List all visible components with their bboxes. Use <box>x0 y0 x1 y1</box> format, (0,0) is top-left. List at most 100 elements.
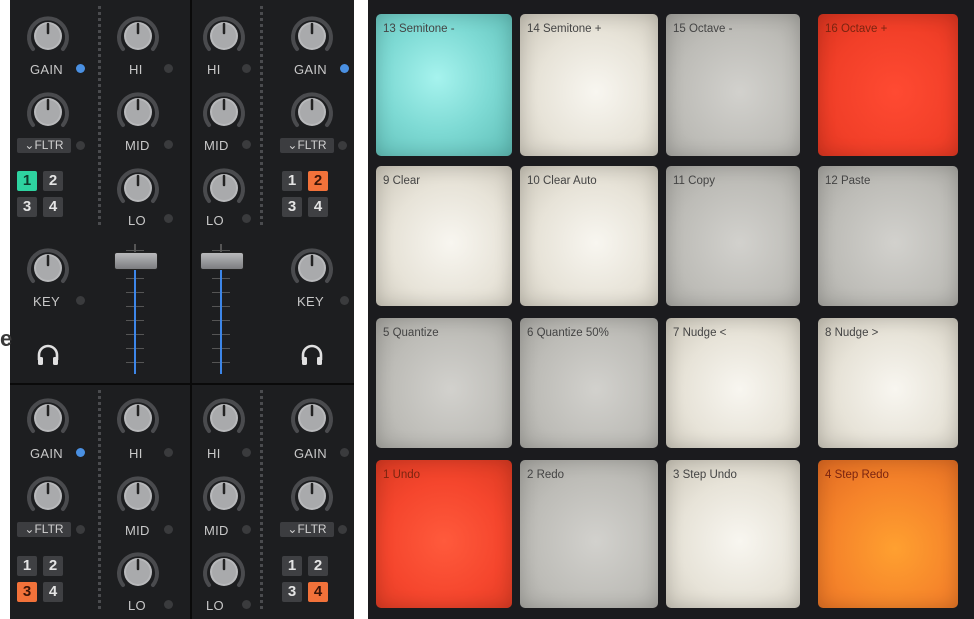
hi-knob-d[interactable] <box>200 394 248 442</box>
chevron-down-icon: ⌄ <box>24 138 35 152</box>
hi-indicator-c[interactable] <box>164 448 173 457</box>
filter-indicator-b[interactable] <box>338 141 347 150</box>
pad-5[interactable]: 5 Quantize <box>376 318 512 448</box>
key-indicator-a[interactable] <box>76 296 85 305</box>
mid-label-c: MID <box>125 523 150 538</box>
lo-indicator-d[interactable] <box>242 600 251 609</box>
key-indicator-b[interactable] <box>340 296 349 305</box>
pad-13[interactable]: 13 Semitone - <box>376 14 512 156</box>
mid-knob-d[interactable] <box>200 472 248 520</box>
fx-button-c-4[interactable]: 4 <box>43 582 63 602</box>
headphone-icon-a[interactable] <box>36 344 60 366</box>
pad-label: 5 Quantize <box>383 327 439 339</box>
filter-dropdown-b[interactable]: ⌄FLTR <box>280 138 334 153</box>
gain-indicator-c[interactable] <box>76 448 85 457</box>
pad-15[interactable]: 15 Octave - <box>666 14 800 156</box>
lo-knob-d[interactable] <box>200 548 248 596</box>
pad-12[interactable]: 12 Paste <box>818 166 958 306</box>
hi-indicator-d[interactable] <box>242 448 251 457</box>
pad-label: 10 Clear Auto <box>527 175 597 187</box>
filter-dropdown-a[interactable]: ⌄FLTR <box>17 138 71 153</box>
pad-7[interactable]: 7 Nudge < <box>666 318 800 448</box>
gain-indicator-a[interactable] <box>76 64 85 73</box>
hi-knob-c[interactable] <box>114 394 162 442</box>
mid-knob-a[interactable] <box>114 88 162 136</box>
hi-indicator-b[interactable] <box>242 64 251 73</box>
lo-knob-c[interactable] <box>114 548 162 596</box>
fx-button-a-3[interactable]: 3 <box>17 197 37 217</box>
channel-fader-b-level <box>220 262 222 374</box>
gain-label-b: GAIN <box>294 62 327 77</box>
gain-knob-d[interactable] <box>288 394 336 442</box>
mid-indicator-c[interactable] <box>164 525 173 534</box>
mid-knob-b[interactable] <box>200 88 248 136</box>
fltr-label: FLTR <box>34 138 64 152</box>
mid-indicator-a[interactable] <box>164 140 173 149</box>
fx-button-a-2[interactable]: 2 <box>43 171 63 191</box>
pad-14[interactable]: 14 Semitone + <box>520 14 658 156</box>
channel-fader-a-handle[interactable] <box>114 252 158 270</box>
pad-1[interactable]: 1 Undo <box>376 460 512 608</box>
gain-knob-c[interactable] <box>24 394 72 442</box>
fx-button-c-1[interactable]: 1 <box>17 556 37 576</box>
mid-indicator-b[interactable] <box>242 140 251 149</box>
fx-button-b-1[interactable]: 1 <box>282 171 302 191</box>
filter-knob-c[interactable] <box>24 472 72 520</box>
hi-indicator-a[interactable] <box>164 64 173 73</box>
level-meter-d <box>260 390 263 612</box>
filter-knob-d[interactable] <box>288 472 336 520</box>
filter-knob-b[interactable] <box>288 88 336 136</box>
lo-indicator-c[interactable] <box>164 600 173 609</box>
pad-16[interactable]: 16 Octave + <box>818 14 958 156</box>
pad-label: 8 Nudge > <box>825 327 879 339</box>
lo-knob-b[interactable] <box>200 164 248 212</box>
filter-indicator-a[interactable] <box>76 141 85 150</box>
mid-knob-c[interactable] <box>114 472 162 520</box>
channel-fader-b-handle[interactable] <box>200 252 244 270</box>
lo-knob-a[interactable] <box>114 164 162 212</box>
filter-knob-a[interactable] <box>24 88 72 136</box>
fx-button-a-4[interactable]: 4 <box>43 197 63 217</box>
fx-button-b-2[interactable]: 2 <box>308 171 328 191</box>
filter-dropdown-d[interactable]: ⌄FLTR <box>280 522 334 537</box>
filter-indicator-d[interactable] <box>338 525 347 534</box>
key-knob-a[interactable] <box>24 244 72 292</box>
level-meter-c <box>98 390 101 612</box>
filter-indicator-c[interactable] <box>76 525 85 534</box>
fx-button-d-3[interactable]: 3 <box>282 582 302 602</box>
fx-button-b-4[interactable]: 4 <box>308 197 328 217</box>
pad-2[interactable]: 2 Redo <box>520 460 658 608</box>
pad-label: 7 Nudge < <box>673 327 727 339</box>
fx-button-c-3[interactable]: 3 <box>17 582 37 602</box>
gain-knob-b[interactable] <box>288 12 336 60</box>
lo-label-b: LO <box>206 213 224 228</box>
hi-knob-a[interactable] <box>114 12 162 60</box>
pad-label: 14 Semitone + <box>527 23 602 35</box>
mid-indicator-d[interactable] <box>242 525 251 534</box>
headphone-icon-b[interactable] <box>300 344 324 366</box>
pad-11[interactable]: 11 Copy <box>666 166 800 306</box>
fx-button-d-2[interactable]: 2 <box>308 556 328 576</box>
pad-3[interactable]: 3 Step Undo <box>666 460 800 608</box>
chevron-down-icon: ⌄ <box>287 522 298 536</box>
gain-knob-a[interactable] <box>24 12 72 60</box>
deck-divider-horizontal <box>10 383 354 385</box>
fx-button-d-1[interactable]: 1 <box>282 556 302 576</box>
pad-6[interactable]: 6 Quantize 50% <box>520 318 658 448</box>
lo-indicator-a[interactable] <box>164 214 173 223</box>
fx-button-c-2[interactable]: 2 <box>43 556 63 576</box>
fx-button-b-3[interactable]: 3 <box>282 197 302 217</box>
fx-button-a-1[interactable]: 1 <box>17 171 37 191</box>
pad-9[interactable]: 9 Clear <box>376 166 512 306</box>
pad-10[interactable]: 10 Clear Auto <box>520 166 658 306</box>
gain-indicator-b[interactable] <box>340 64 349 73</box>
gain-indicator-d[interactable] <box>340 448 349 457</box>
pad-4[interactable]: 4 Step Redo <box>818 460 958 608</box>
lo-indicator-b[interactable] <box>242 214 251 223</box>
key-knob-b[interactable] <box>288 244 336 292</box>
fx-button-d-4[interactable]: 4 <box>308 582 328 602</box>
filter-dropdown-c[interactable]: ⌄FLTR <box>17 522 71 537</box>
pad-8[interactable]: 8 Nudge > <box>818 318 958 448</box>
mid-label-b: MID <box>204 138 229 153</box>
hi-knob-b[interactable] <box>200 12 248 60</box>
